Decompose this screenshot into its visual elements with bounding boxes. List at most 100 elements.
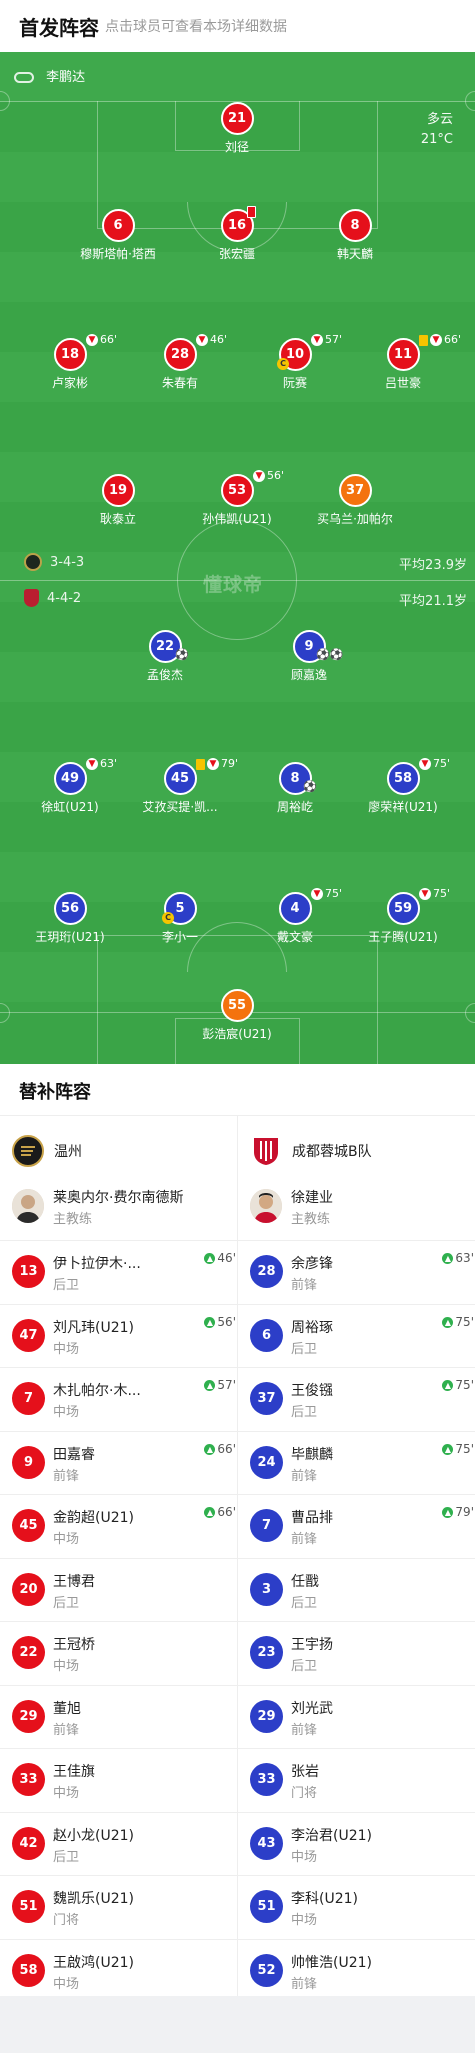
away-sub-row[interactable]: 43 李治君(U21) 中场 [250, 1813, 475, 1876]
home-team-header[interactable]: 温州 [12, 1126, 82, 1176]
player-position: 中场 [53, 1341, 80, 1357]
player-name: 王博君 [53, 1573, 95, 1590]
away-sub-row[interactable]: 51 李科(U21) 中场 [250, 1876, 475, 1939]
player-name: 刘光武 [291, 1700, 333, 1717]
home-sub-row[interactable]: 33 王佳旗 中场 [12, 1749, 238, 1812]
away-coach[interactable]: 徐建业 主教练 [250, 1181, 470, 1237]
player-number: 37 [338, 474, 372, 507]
away-player[interactable]: ▼ 75' 58 廖荣祥(U21) [343, 757, 463, 815]
player-position: 中场 [291, 1913, 318, 1928]
home-player[interactable]: 16 张宏疆 [177, 206, 297, 262]
home-avg-age: 平均23.9岁 [399, 558, 467, 573]
player-name: 穆斯塔帕·塔西 [80, 247, 156, 261]
home-sub-row[interactable]: 7 木扎帕尔·木... 中场 ▲ 57' [12, 1368, 238, 1431]
away-sub-row[interactable]: 52 帅惟浩(U21) 前锋 [250, 1940, 475, 2003]
home-sub-row[interactable]: 9 田嘉睿 前锋 ▲ 66' [12, 1432, 238, 1495]
home-player[interactable]: 21 刘径 [177, 102, 297, 155]
home-player[interactable]: ▼ 57' C 10 阮赛 [235, 333, 355, 391]
sub-in-marker: ▲ 63' [442, 1251, 474, 1265]
away-sub-row[interactable]: 7 曹品排 前锋 ▲ 79' [250, 1495, 475, 1558]
home-sub-row[interactable]: 20 王博君 后卫 [12, 1559, 238, 1622]
player-position: 前锋 [291, 1976, 318, 1992]
player-name: 刘凡玮(U21) [53, 1319, 134, 1336]
home-sub-row[interactable]: 47 刘凡玮(U21) 中场 ▲ 56' [12, 1305, 238, 1368]
player-name: 王俊镪 [291, 1383, 333, 1399]
away-goalkeeper[interactable]: 55 彭浩宸(U21) [177, 989, 297, 1042]
player-position: 后卫 [53, 1595, 80, 1611]
away-sub-row[interactable]: 6 周裕琢 后卫 ▲ 75' [250, 1305, 475, 1368]
away-player[interactable]: ⚽ 22 孟俊杰 [105, 630, 225, 683]
player-position: 前锋 [291, 1468, 318, 1484]
away-player[interactable]: 56 王玥珩(U21) [10, 892, 130, 945]
home-player[interactable]: 6 穆斯塔帕·塔西 [58, 209, 178, 262]
yellow-card-icon [196, 758, 205, 770]
away-player[interactable]: ▼ 79' 45 艾孜买提·凯... [120, 757, 240, 815]
own-goal-icon: ⚽ [175, 648, 189, 661]
player-name: 余彦锋 [291, 1256, 333, 1272]
home-player[interactable]: 19 耿泰立 [58, 474, 178, 527]
away-sub-row[interactable]: 24 毕麒麟 前锋 ▲ 75' [250, 1432, 475, 1495]
sub-time: 75' [433, 887, 451, 900]
home-sub-row[interactable]: 58 王啟鸿(U21) 中场 [12, 1940, 238, 2003]
away-team-header[interactable]: 成都蓉城B队 [250, 1126, 372, 1176]
home-sub-row[interactable]: 45 金韵超(U21) 中场 ▲ 66' [12, 1495, 238, 1558]
player-number: 4 [278, 892, 312, 925]
away-sub-row[interactable]: 23 王宇扬 后卫 [250, 1622, 475, 1685]
away-player[interactable]: ▼ 75' 4 戴文豪 [235, 887, 355, 945]
player-number: 45 [12, 1509, 45, 1542]
substitutes-title: 替补阵容 [19, 1082, 91, 1103]
away-sub-row[interactable]: 28 余彦锋 前锋 ▲ 63' [250, 1241, 475, 1304]
away-player[interactable]: ⚽ 8 周裕屹 [235, 762, 355, 815]
home-player[interactable]: 8 韩天麟 [295, 209, 415, 262]
sub-time: 46' [210, 333, 228, 346]
sub-in-time: 63' [455, 1251, 474, 1265]
lineup-title: 首发阵容 [19, 16, 99, 40]
sub-in-icon: ▲ [442, 1507, 454, 1518]
home-formation-label: 3-4-3 [50, 554, 85, 570]
home-team-name: 温州 [54, 1144, 82, 1160]
home-sub-row[interactable]: 13 伊卜拉伊木·... 后卫 ▲ 46' [12, 1241, 238, 1304]
home-sub-row[interactable]: 42 赵小龙(U21) 后卫 [12, 1813, 238, 1876]
away-sub-row[interactable]: 29 刘光武 前锋 [250, 1686, 475, 1749]
sub-in-time: 56' [217, 1314, 236, 1329]
player-name: 廖荣祥(U21) [368, 800, 438, 814]
away-sub-row[interactable]: 33 张岩 门将 [250, 1749, 475, 1812]
away-player[interactable]: ⚽⚽ 9 顾嘉逸 [249, 630, 369, 683]
goal-icon: ⚽ [303, 780, 317, 793]
player-name: 王冠桥 [53, 1637, 95, 1653]
away-player[interactable]: ▼ 75' 59 王子腾(U21) [343, 887, 463, 945]
player-name: 孙伟凯(U21) [202, 512, 272, 526]
sub-in-icon: ▲ [204, 1507, 216, 1518]
coach-avatar [250, 1189, 282, 1223]
home-player[interactable]: ▼ 66' 11 吕世豪 [343, 333, 463, 391]
sub-out-icon: ▼ [311, 334, 323, 346]
player-name: 徐虹(U21) [41, 800, 99, 814]
player-name: 魏凯乐(U21) [53, 1891, 134, 1907]
player-number: 13 [12, 1255, 45, 1288]
home-sub-row[interactable]: 51 魏凯乐(U21) 门将 [12, 1876, 238, 1939]
player-number: 42 [12, 1826, 45, 1860]
home-coach[interactable]: 莱奥内尔·费尔南德斯 主教练 [12, 1181, 232, 1237]
home-player[interactable]: ▼ 66' 18 卢家彬 [10, 333, 130, 391]
away-player[interactable]: ▼ 63' 49 徐虹(U21) [10, 757, 130, 815]
coach-avatar [12, 1189, 44, 1223]
player-number: 51 [250, 1890, 283, 1923]
away-sub-row[interactable]: 37 王俊镪 后卫 ▲ 75' [250, 1368, 475, 1431]
player-name: 吕世豪 [384, 376, 421, 390]
home-sub-row[interactable]: 29 董旭 前锋 [12, 1686, 238, 1749]
sub-out-icon: ▼ [253, 470, 265, 482]
player-number: 28 [163, 338, 197, 371]
sub-in-marker: ▲ 66' [204, 1442, 236, 1456]
away-player[interactable]: C 5 李小一 [120, 892, 240, 945]
sub-out-marker: ▼ 56' [253, 469, 284, 482]
home-player[interactable]: ▼ 46' 28 朱春有 [120, 333, 240, 391]
away-formation: 4-4-2 [24, 589, 81, 607]
player-number: 11 [386, 338, 420, 371]
home-team-logo-icon [24, 553, 42, 571]
player-position: 前锋 [291, 1278, 318, 1293]
home-player[interactable]: ▼ 56' 53 孙伟凯(U21) [177, 469, 297, 527]
home-sub-row[interactable]: 22 王冠桥 中场 [12, 1622, 238, 1685]
home-goalkeeper[interactable]: 37 买乌兰·加帕尔 [295, 474, 415, 527]
away-sub-row[interactable]: 3 任戬 后卫 [250, 1559, 475, 1622]
sub-out-icon: ▼ [419, 888, 431, 900]
